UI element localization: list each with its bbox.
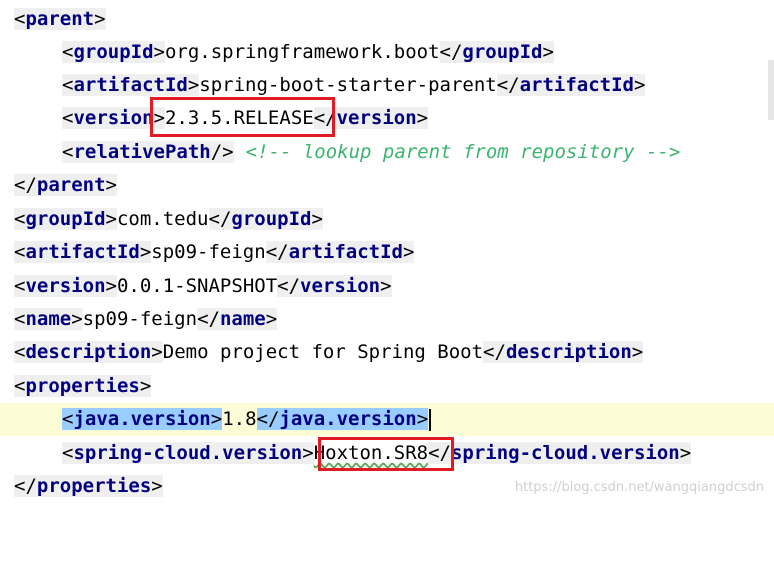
- xml-comment: <!-- lookup parent from repository -->: [245, 141, 681, 163]
- code-line[interactable]: <groupId>com.tedu</groupId>: [0, 203, 774, 236]
- xml-open-tag: <groupId>: [14, 208, 117, 230]
- xml-open-tag: <description>: [14, 341, 163, 363]
- xml-open-tag: <java.version>: [62, 408, 223, 430]
- xml-close-tag: </parent>: [14, 174, 117, 196]
- xml-close-tag: </spring-cloud.version>: [428, 442, 692, 464]
- xml-open-tag: <artifactId>: [62, 74, 200, 96]
- annotation-box-cloud-version: [318, 437, 454, 471]
- code-line[interactable]: <name>sp09-feign</name>: [0, 303, 774, 336]
- xml-value: sp09-feign: [151, 241, 266, 263]
- xml-close-tag: </name>: [197, 308, 278, 330]
- code-line[interactable]: <version>0.0.1-SNAPSHOT</version>: [0, 270, 774, 303]
- code-line-current[interactable]: <java.version>1.8</java.version>: [0, 403, 774, 436]
- xml-value: spring-boot-starter-parent: [199, 74, 497, 96]
- xml-open-tag: <spring-cloud.version>: [62, 442, 314, 464]
- xml-open-tag: <name>: [14, 308, 83, 330]
- text-cursor: [429, 408, 432, 431]
- code-line[interactable]: <artifactId>sp09-feign</artifactId>: [0, 236, 774, 269]
- xml-value: sp09-feign: [82, 308, 198, 330]
- watermark: https://blog.csdn.net/wangqiangdcsdn: [514, 480, 764, 495]
- code-line[interactable]: <version>2.3.5.RELEASE</version>: [0, 102, 774, 135]
- xml-close-tag: </groupId>: [439, 41, 554, 63]
- xml-close-tag: </version>: [277, 275, 392, 297]
- code-line[interactable]: <artifactId>spring-boot-starter-parent</…: [0, 69, 774, 102]
- xml-selfclosing-tag: <relativePath/>: [62, 141, 234, 163]
- annotation-box-boot-version: [150, 97, 335, 137]
- xml-close-tag: </artifactId>: [265, 241, 415, 263]
- xml-close-tag: </description>: [483, 341, 644, 363]
- code-line[interactable]: <description>Demo project for Spring Boo…: [0, 336, 774, 369]
- xml-open-tag: <version>: [14, 275, 117, 297]
- code-line[interactable]: <groupId>org.springframework.boot</group…: [0, 36, 774, 69]
- code-line[interactable]: </parent>: [0, 169, 774, 202]
- scrollbar-marker[interactable]: [768, 60, 774, 120]
- xml-value: 0.0.1-SNAPSHOT: [116, 275, 278, 297]
- code-editor[interactable]: <parent> <groupId>org.springframework.bo…: [0, 0, 774, 505]
- xml-open-tag: <artifactId>: [14, 241, 152, 263]
- xml-close-tag: </groupId>: [208, 208, 323, 230]
- xml-value: org.springframework.boot: [164, 41, 440, 63]
- xml-value: 1.8: [222, 408, 257, 430]
- xml-open-tag: <groupId>: [62, 41, 165, 63]
- xml-close-tag: </artifactId>: [496, 74, 646, 96]
- xml-close-tag: </java.version>: [256, 408, 429, 430]
- code-line[interactable]: <properties>: [0, 370, 774, 403]
- xml-open-tag: <parent>: [14, 8, 106, 30]
- code-line[interactable]: <relativePath/> <!-- lookup parent from r…: [0, 136, 774, 169]
- xml-value: com.tedu: [116, 208, 209, 230]
- xml-open-tag: <properties>: [14, 375, 152, 397]
- xml-value: Demo project for Spring Boot: [162, 341, 484, 363]
- code-line[interactable]: <parent>: [0, 3, 774, 36]
- xml-close-tag: </properties>: [14, 475, 163, 497]
